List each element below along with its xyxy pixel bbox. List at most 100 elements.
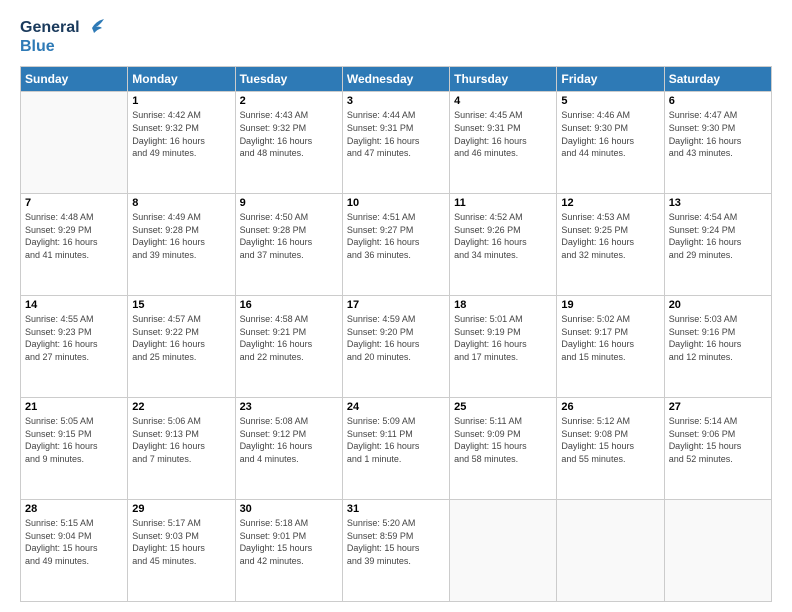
day-number: 27 [669,401,767,413]
calendar-cell: 24 Sunrise: 5:09 AM Sunset: 9:11 PM Dayli… [342,398,449,500]
calendar-cell: 27 Sunrise: 5:14 AM Sunset: 9:06 PM Dayli… [664,398,771,500]
day-number: 14 [25,299,123,311]
day-info: Sunrise: 4:45 AM Sunset: 9:31 PM Dayligh… [454,109,552,159]
day-number: 29 [132,503,230,515]
calendar-cell: 1Sunrise: 4:42 AM Sunset: 9:32 PM Daylig… [128,92,235,194]
day-number: 9 [240,197,338,209]
calendar-cell: 10 Sunrise: 4:51 AM Sunset: 9:27 PM Dayli… [342,194,449,296]
calendar-cell: 21Sunrise: 5:05 AM Sunset: 9:15 PM Dayli… [21,398,128,500]
day-info: Sunrise: 5:18 AM Sunset: 9:01 PM Dayligh… [240,517,338,567]
calendar-cell: 2 Sunrise: 4:43 AM Sunset: 9:32 PM Daylig… [235,92,342,194]
calendar-table: SundayMondayTuesdayWednesdayThursdayFrid… [20,66,772,602]
day-number: 18 [454,299,552,311]
calendar-cell: 16 Sunrise: 4:58 AM Sunset: 9:21 PM Dayli… [235,296,342,398]
day-number: 3 [347,95,445,107]
day-info: Sunrise: 4:57 AM Sunset: 9:22 PM Dayligh… [132,313,230,363]
day-number: 13 [669,197,767,209]
day-info: Sunrise: 5:06 AM Sunset: 9:13 PM Dayligh… [132,415,230,465]
day-number: 17 [347,299,445,311]
day-number: 31 [347,503,445,515]
day-number: 19 [561,299,659,311]
calendar-cell: 9Sunrise: 4:50 AM Sunset: 9:28 PM Daylig… [235,194,342,296]
day-info: Sunrise: 5:15 AM Sunset: 9:04 PM Dayligh… [25,517,123,567]
day-info: Sunrise: 5:11 AM Sunset: 9:09 PM Dayligh… [454,415,552,465]
column-header-thursday: Thursday [450,67,557,92]
calendar-cell: 23 Sunrise: 5:08 AM Sunset: 9:12 PM Dayli… [235,398,342,500]
calendar-header-row: SundayMondayTuesdayWednesdayThursdayFrid… [21,67,772,92]
day-info: Sunrise: 4:49 AM Sunset: 9:28 PM Dayligh… [132,211,230,261]
day-info: Sunrise: 4:55 AM Sunset: 9:23 PM Dayligh… [25,313,123,363]
day-info: Sunrise: 4:46 AM Sunset: 9:30 PM Dayligh… [561,109,659,159]
column-header-saturday: Saturday [664,67,771,92]
day-info: Sunrise: 4:58 AM Sunset: 9:21 PM Dayligh… [240,313,338,363]
calendar-cell: 14 Sunrise: 4:55 AM Sunset: 9:23 PM Dayli… [21,296,128,398]
calendar-cell: 18Sunrise: 5:01 AM Sunset: 9:19 PM Dayli… [450,296,557,398]
day-number: 24 [347,401,445,413]
calendar-cell: 17 Sunrise: 4:59 AM Sunset: 9:20 PM Dayli… [342,296,449,398]
calendar-cell [450,500,557,602]
calendar-week-row: 7Sunrise: 4:48 AM Sunset: 9:29 PM Daylig… [21,194,772,296]
day-info: Sunrise: 4:59 AM Sunset: 9:20 PM Dayligh… [347,313,445,363]
calendar-cell: 28 Sunrise: 5:15 AM Sunset: 9:04 PM Dayli… [21,500,128,602]
calendar-cell: 3Sunrise: 4:44 AM Sunset: 9:31 PM Daylig… [342,92,449,194]
day-number: 30 [240,503,338,515]
column-header-friday: Friday [557,67,664,92]
day-info: Sunrise: 4:47 AM Sunset: 9:30 PM Dayligh… [669,109,767,159]
calendar-cell: 5 Sunrise: 4:46 AM Sunset: 9:30 PM Daylig… [557,92,664,194]
calendar-cell: 8 Sunrise: 4:49 AM Sunset: 9:28 PM Daylig… [128,194,235,296]
logo-general: General [20,18,80,37]
day-info: Sunrise: 5:08 AM Sunset: 9:12 PM Dayligh… [240,415,338,465]
day-number: 22 [132,401,230,413]
day-info: Sunrise: 4:53 AM Sunset: 9:25 PM Dayligh… [561,211,659,261]
day-info: Sunrise: 5:17 AM Sunset: 9:03 PM Dayligh… [132,517,230,567]
calendar-cell: 19 Sunrise: 5:02 AM Sunset: 9:17 PM Dayli… [557,296,664,398]
calendar-cell: 13Sunrise: 4:54 AM Sunset: 9:24 PM Dayli… [664,194,771,296]
day-number: 5 [561,95,659,107]
day-number: 6 [669,95,767,107]
day-info: Sunrise: 4:43 AM Sunset: 9:32 PM Dayligh… [240,109,338,159]
day-info: Sunrise: 5:09 AM Sunset: 9:11 PM Dayligh… [347,415,445,465]
calendar-cell [664,500,771,602]
calendar-week-row: 21Sunrise: 5:05 AM Sunset: 9:15 PM Dayli… [21,398,772,500]
day-number: 8 [132,197,230,209]
calendar-cell: 4Sunrise: 4:45 AM Sunset: 9:31 PM Daylig… [450,92,557,194]
calendar-cell [21,92,128,194]
day-number: 7 [25,197,123,209]
day-number: 2 [240,95,338,107]
day-number: 12 [561,197,659,209]
day-number: 15 [132,299,230,311]
day-info: Sunrise: 4:42 AM Sunset: 9:32 PM Dayligh… [132,109,230,159]
logo-blue: Blue [20,37,55,56]
calendar-week-row: 14 Sunrise: 4:55 AM Sunset: 9:23 PM Dayli… [21,296,772,398]
column-header-sunday: Sunday [21,67,128,92]
day-number: 20 [669,299,767,311]
day-number: 11 [454,197,552,209]
logo-wordmark: General Blue [20,18,104,56]
calendar-cell: 22 Sunrise: 5:06 AM Sunset: 9:13 PM Dayli… [128,398,235,500]
calendar-cell: 30 Sunrise: 5:18 AM Sunset: 9:01 PM Dayli… [235,500,342,602]
day-info: Sunrise: 4:51 AM Sunset: 9:27 PM Dayligh… [347,211,445,261]
logo-bird-icon [82,19,104,37]
header: General Blue [20,18,772,56]
calendar-cell: 20 Sunrise: 5:03 AM Sunset: 9:16 PM Dayli… [664,296,771,398]
calendar-cell: 31 Sunrise: 5:20 AM Sunset: 8:59 PM Dayli… [342,500,449,602]
day-number: 10 [347,197,445,209]
day-number: 28 [25,503,123,515]
day-info: Sunrise: 5:20 AM Sunset: 8:59 PM Dayligh… [347,517,445,567]
day-info: Sunrise: 4:52 AM Sunset: 9:26 PM Dayligh… [454,211,552,261]
day-number: 26 [561,401,659,413]
logo: General Blue [20,18,104,56]
page: General Blue SundayMondayTuesdayWednesda… [0,0,792,612]
calendar-cell: 15 Sunrise: 4:57 AM Sunset: 9:22 PM Dayli… [128,296,235,398]
calendar-cell: 11 Sunrise: 4:52 AM Sunset: 9:26 PM Dayli… [450,194,557,296]
day-info: Sunrise: 5:03 AM Sunset: 9:16 PM Dayligh… [669,313,767,363]
calendar-cell: 26Sunrise: 5:12 AM Sunset: 9:08 PM Dayli… [557,398,664,500]
column-header-wednesday: Wednesday [342,67,449,92]
day-info: Sunrise: 5:14 AM Sunset: 9:06 PM Dayligh… [669,415,767,465]
day-number: 23 [240,401,338,413]
calendar-cell: 12 Sunrise: 4:53 AM Sunset: 9:25 PM Dayli… [557,194,664,296]
day-number: 16 [240,299,338,311]
day-info: Sunrise: 5:02 AM Sunset: 9:17 PM Dayligh… [561,313,659,363]
column-header-monday: Monday [128,67,235,92]
day-number: 21 [25,401,123,413]
